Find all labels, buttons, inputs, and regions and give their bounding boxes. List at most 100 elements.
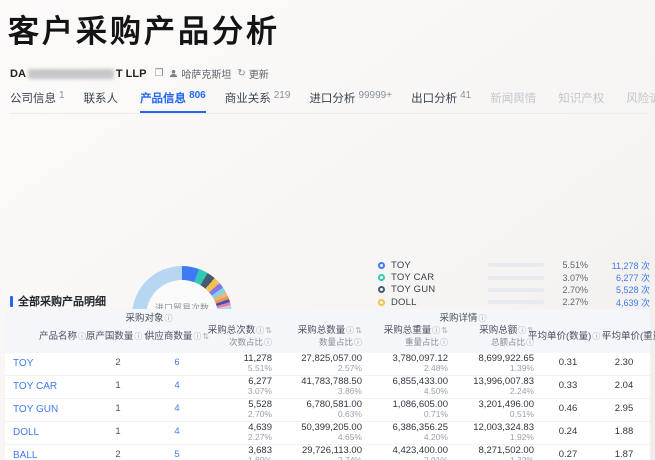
tab-风险诉讼[interactable]: 风险诉讼	[626, 90, 655, 113]
col-times[interactable]: 采购总次数ⓘ⇅ 次数占比ⓘ	[208, 324, 276, 348]
col-amount[interactable]: 采购总额ⓘ⇅ 总额占比ⓘ	[452, 324, 538, 348]
tab-label: 风险诉讼	[626, 93, 655, 105]
table-header: 采购对象ⓘ 采购详情ⓘ 产品名称ⓘ 原产国数量ⓘ⇅ 供应商数量ⓘ⇅ 采购总次数ⓘ…	[5, 309, 655, 353]
tab-商业关系[interactable]: 商业关系 219	[225, 90, 291, 113]
supplier-count-link[interactable]: 4	[148, 403, 208, 415]
company-name-redacted	[27, 68, 114, 79]
tab-count: 806	[189, 90, 206, 101]
avg-price-weight-value: 2.95	[614, 403, 634, 415]
legend-item[interactable]: TOY 5.51% 11,278 次	[378, 259, 650, 271]
column-header-row: 产品名称ⓘ 原产国数量ⓘ⇅ 供应商数量ⓘ⇅ 采购总次数ⓘ⇅ 次数占比ⓘ 采购总数…	[5, 324, 655, 353]
table-row[interactable]: TOY 2 6 11,278 5.51% 27,825,057.00 2.57% 3…	[5, 353, 650, 376]
info-icon[interactable]: ⓘ	[518, 326, 526, 335]
product-name-link[interactable]: DOLL	[5, 427, 90, 439]
info-icon[interactable]: ⓘ	[134, 332, 142, 341]
tab-产品信息[interactable]: 产品信息 806	[140, 90, 206, 113]
avg-price-weight-value: 2.30	[614, 357, 634, 369]
tab-出口分析[interactable]: 出口分析 41	[411, 90, 471, 113]
times-value: 5,528 2.70%	[247, 398, 272, 420]
tab-label: 产品信息	[140, 93, 187, 105]
origin-count-value: 1	[115, 380, 121, 392]
times-value: 4,639 2.27%	[247, 421, 272, 443]
sort-icon[interactable]: ⇅	[441, 326, 448, 335]
qty-value: 6,780,581.00 0.63%	[306, 398, 362, 420]
info-icon[interactable]: ⓘ	[432, 326, 440, 335]
refresh-icon: ↻	[237, 68, 246, 79]
col-weight[interactable]: 采购总重量ⓘ⇅ 重量占比ⓘ	[366, 324, 452, 348]
info-icon[interactable]: ⓘ	[354, 338, 362, 347]
supplier-count-link[interactable]: 5	[148, 449, 208, 460]
supplier-count-link[interactable]: 6	[148, 357, 208, 369]
legend-label: TOY GUN	[391, 284, 436, 296]
info-icon[interactable]: ⓘ	[479, 314, 487, 323]
sort-icon[interactable]: ⇅	[265, 326, 272, 335]
qty-value: 27,825,057.00 2.57%	[301, 352, 362, 374]
tab-label: 联系人	[83, 93, 119, 105]
tab-count: 1	[59, 90, 65, 101]
qty-value: 41,783,788.50 3.86%	[301, 375, 362, 397]
legend-count: 11,278 次	[611, 260, 650, 271]
col-qty[interactable]: 采购总数量ⓘ⇅ 数量占比ⓘ	[276, 324, 366, 348]
info-icon[interactable]: ⓘ	[78, 332, 86, 341]
table-row[interactable]: DOLL 1 4 4,639 2.27% 50,399,205.00 4.65% 6…	[5, 422, 650, 445]
sort-icon[interactable]: ⇅	[355, 326, 362, 335]
times-value: 3,6831.80%	[248, 444, 272, 460]
weight-value: 1,086,605.00 0.71%	[392, 398, 448, 420]
origin-count-value: 1	[115, 426, 121, 438]
tab-知识产权[interactable]: 知识产权	[558, 90, 607, 113]
info-icon[interactable]: ⓘ	[256, 326, 264, 335]
supplier-count-link[interactable]: 4	[148, 380, 208, 392]
info-icon[interactable]: ⓘ	[264, 338, 272, 347]
col-origin-count[interactable]: 原产国数量ⓘ⇅	[86, 324, 150, 348]
refresh-button[interactable]: ↻ 更新	[237, 66, 268, 81]
refresh-label: 更新	[248, 70, 269, 81]
legend-count: 4,639 次	[615, 297, 650, 308]
product-name-link[interactable]: BALL	[5, 450, 90, 460]
table-row[interactable]: TOY CAR 1 4 6,277 3.07% 41,783,788.50 3.86…	[5, 376, 650, 399]
person-icon	[170, 69, 178, 78]
weight-value: 4,423,400.002.91%	[392, 444, 448, 460]
tab-进口分析[interactable]: 进口分析 99999+	[309, 90, 392, 113]
amount-value: 8,699,922.65 1.39%	[478, 352, 534, 374]
tab-新闻舆情[interactable]: 新闻舆情	[490, 90, 539, 113]
weight-value: 6,855,433.00 4.50%	[392, 375, 448, 397]
legend-item[interactable]: DOLL 2.27% 4,639 次	[378, 296, 650, 308]
product-name-link[interactable]: TOY CAR	[5, 381, 90, 393]
col-avg-qty[interactable]: 平均单价(数量)ⓘ⇅	[528, 324, 608, 348]
tab-label: 出口分析	[411, 93, 458, 105]
purchase-product-chart: 进口贸易次数 204650 其他 进口贸易次数:160,655 占比:78.49…	[0, 120, 655, 388]
amount-value: 12,003,324.83 1.92%	[473, 421, 534, 443]
table-row[interactable]: BALL 2 5 3,6831.80% 29,726,113.002.74% 4…	[5, 445, 650, 460]
legend-bar	[488, 263, 544, 268]
col-supplier-count[interactable]: 供应商数量ⓘ⇅	[145, 324, 209, 348]
amount-value: 8,271,502.001.32%	[478, 444, 534, 460]
tab-label: 知识产权	[558, 93, 605, 105]
company-name-suffix: T LLP	[115, 67, 147, 80]
amount-value: 13,996,007.83 2.24%	[473, 375, 534, 397]
info-icon[interactable]: ⓘ	[165, 314, 173, 323]
legend-bar	[488, 300, 544, 305]
tab-label: 新闻舆情	[490, 93, 537, 105]
table-row[interactable]: TOY GUN 1 4 5,528 2.70% 6,780,581.00 0.63%…	[5, 399, 650, 422]
legend-dot-icon	[378, 298, 385, 306]
info-icon[interactable]: ⓘ	[440, 338, 448, 347]
product-name-link[interactable]: TOY GUN	[5, 404, 90, 416]
supplier-count-link[interactable]: 4	[148, 426, 208, 438]
info-icon[interactable]: ⓘ	[193, 332, 201, 341]
col-avg-weight[interactable]: 平均单价(重量)ⓘ⇅	[600, 324, 655, 348]
copy-icon[interactable]: ❐	[154, 68, 163, 79]
company-row: DA T LLP ❐ 哈萨克斯坦 ↻ 更新	[10, 66, 269, 82]
avg-price-qty-value: 0.33	[558, 380, 578, 392]
legend-item[interactable]: TOY CAR 3.07% 6,277 次	[378, 271, 650, 283]
tab-公司信息[interactable]: 公司信息 1	[10, 90, 65, 113]
legend-dot-icon	[378, 286, 385, 294]
tab-联系人[interactable]: 联系人	[84, 90, 122, 113]
avg-price-weight-value: 1.88	[614, 426, 634, 438]
avg-price-qty-value: 0.24	[558, 426, 578, 438]
legend-item[interactable]: TOY GUN 2.70% 5,528 次	[378, 284, 650, 296]
origin-count-value: 2	[115, 449, 121, 460]
avg-price-weight-value: 1.87	[614, 449, 634, 460]
avg-price-qty-value: 0.31	[558, 357, 578, 369]
info-icon[interactable]: ⓘ	[346, 326, 354, 335]
product-name-link[interactable]: TOY	[5, 358, 90, 370]
